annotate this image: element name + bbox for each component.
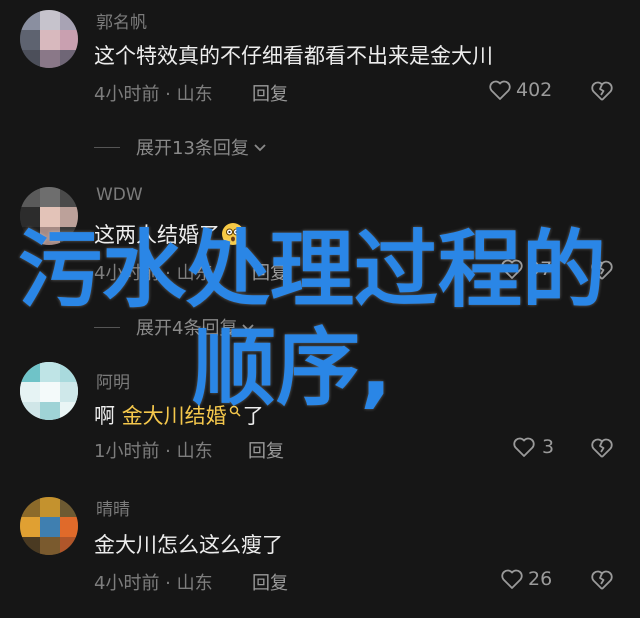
username[interactable]: 晴晴: [96, 495, 130, 520]
like-count: 402: [516, 79, 553, 101]
overlay-title-line2: 顺序,: [192, 319, 392, 417]
comment-item: 郭名帆 这个特效真的不仔细看都看不出来是金大川 4小时前 · 山东 回复 402…: [0, 0, 640, 175]
like-button[interactable]: 3: [512, 436, 554, 458]
like-count: 26: [528, 568, 553, 590]
expand-replies-button[interactable]: 展开13条回复: [94, 134, 267, 160]
overlay-title-line1: 污水处理过程的: [18, 221, 607, 319]
comment-text: 这个特效真的不仔细看都看不出来是金大川: [94, 44, 493, 68]
username[interactable]: 阿明: [96, 368, 130, 393]
dislike-button[interactable]: [590, 569, 614, 591]
time-location: 4小时前 · 山东: [94, 573, 213, 594]
dislike-button[interactable]: [590, 437, 614, 459]
divider-line: [94, 146, 120, 148]
time-location: 1小时前 · 山东: [94, 441, 213, 462]
reply-button[interactable]: 回复: [252, 569, 288, 595]
avatar[interactable]: [20, 362, 78, 420]
heart-icon: [512, 436, 536, 458]
like-button[interactable]: 26: [500, 568, 552, 590]
time-location: 4小时前 · 山东: [94, 84, 213, 105]
divider-line: [94, 326, 120, 328]
comment-item: 晴晴 金大川怎么这么瘦了 4小时前 · 山东 回复 26: [0, 485, 640, 618]
avatar[interactable]: [20, 497, 78, 555]
comment-text: 金大川怎么这么瘦了: [94, 533, 283, 557]
broken-heart-icon: [590, 569, 614, 591]
reply-button[interactable]: 回复: [252, 80, 288, 106]
broken-heart-icon: [590, 437, 614, 459]
avatar[interactable]: [20, 10, 78, 68]
reply-button[interactable]: 回复: [248, 437, 284, 463]
username[interactable]: WDW: [96, 185, 143, 205]
expand-replies-label: 展开13条回复: [136, 138, 249, 159]
heart-icon: [488, 79, 512, 101]
like-button[interactable]: 402: [488, 79, 552, 101]
username[interactable]: 郭名帆: [96, 8, 147, 33]
like-count: 3: [542, 436, 555, 458]
heart-icon: [500, 568, 524, 590]
chevron-down-icon: [253, 137, 267, 158]
dislike-button[interactable]: [590, 80, 614, 102]
broken-heart-icon: [590, 80, 614, 102]
comment-text-prefix: 啊: [94, 404, 122, 428]
